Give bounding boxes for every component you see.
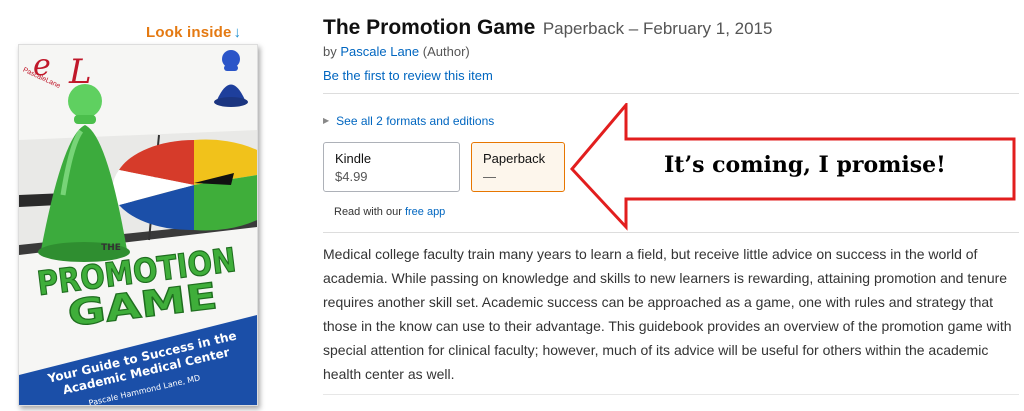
format-label: Paperback	[483, 151, 546, 166]
look-inside-link[interactable]: Look inside ↓	[146, 24, 241, 41]
free-app-link[interactable]: free app	[405, 206, 445, 218]
format-price: $4.99	[335, 169, 368, 184]
arrow-down-icon: ↓	[233, 24, 242, 41]
see-all-formats-label: See all 2 formats and editions	[336, 114, 495, 128]
byline-by: by	[323, 44, 337, 59]
callout-annotation-text: It’s coming, I promise!	[664, 152, 946, 178]
book-description: Medical college faculty train many years…	[323, 246, 1012, 382]
divider	[323, 394, 1019, 395]
byline: by Pascale Lane (Author)	[323, 44, 470, 59]
format-kindle-button[interactable]: Kindle $4.99	[323, 142, 460, 192]
format-paperback-button[interactable]: Paperback —	[471, 142, 565, 192]
cover-art: e L PascaleLane THE PROMOTION GAME Your …	[19, 45, 257, 405]
divider	[323, 93, 1019, 94]
author-link[interactable]: Pascale Lane	[340, 44, 419, 59]
divider	[323, 232, 1019, 233]
author-role: (Author)	[422, 44, 470, 59]
write-review-link[interactable]: Be the first to review this item	[323, 68, 493, 83]
book-cover-image[interactable]: e L PascaleLane THE PROMOTION GAME Your …	[18, 44, 258, 406]
read-with-label: Read with our	[334, 206, 402, 218]
read-with-app-note: Read with our free app	[334, 206, 445, 218]
see-all-formats-link[interactable]: ▶ See all 2 formats and editions	[323, 114, 494, 128]
look-inside-label: Look inside	[146, 24, 232, 41]
product-title: The Promotion Game	[323, 16, 536, 39]
product-title-row: The Promotion Game Paperback – February …	[323, 16, 772, 40]
cover-header-word: THE	[101, 243, 121, 253]
format-price: —	[483, 169, 496, 184]
product-binding-date: Paperback – February 1, 2015	[542, 19, 773, 38]
caret-right-icon: ▶	[323, 116, 330, 125]
format-label: Kindle	[335, 151, 372, 166]
